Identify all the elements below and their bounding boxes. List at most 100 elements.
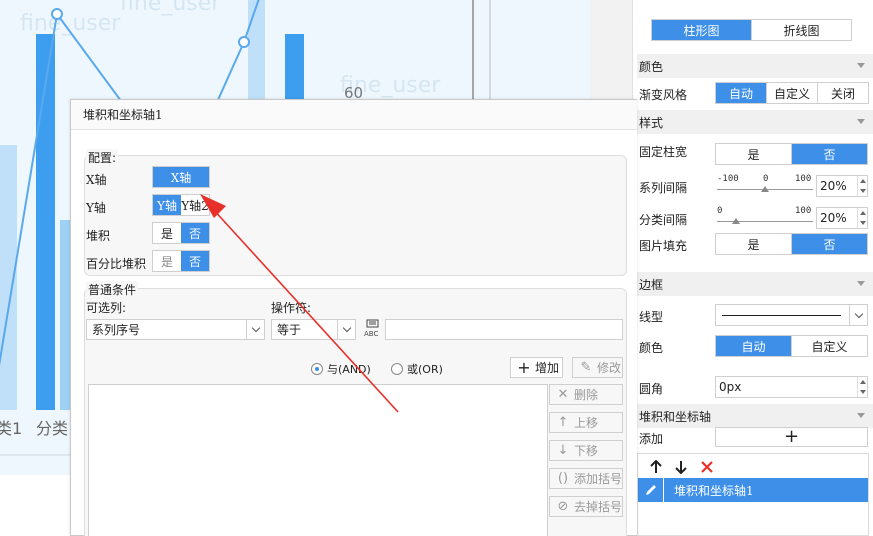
category-gap-slider[interactable]: 0 100 [717, 206, 813, 230]
formula-abc-icon[interactable]: ABC [362, 319, 382, 339]
fixed-width-label: 固定柱宽 [639, 145, 688, 159]
collapse-caret-icon[interactable] [857, 119, 865, 124]
section-color[interactable]: 颜色 [637, 54, 873, 78]
stack-no-option[interactable]: 否 [181, 223, 209, 243]
chart-bar [36, 34, 55, 410]
slider-min-label: 0 [717, 206, 723, 216]
modify-condition-button[interactable]: ✎ 修改 [572, 357, 623, 378]
arrow-down-icon: ↓ [557, 443, 569, 458]
arrow-up-icon: ↑ [557, 415, 569, 430]
stack-axis-dialog: 堆积和坐标轴1 配置: X轴 X轴 Y轴 Y轴 Y轴2 堆积 是 否 百分比堆积… [70, 99, 637, 536]
series-gap-input[interactable]: 20% [816, 175, 868, 197]
remove-bracket-label: 去掉括号 [574, 500, 623, 514]
slider-thumb[interactable] [732, 218, 741, 224]
delete-x-icon[interactable] [700, 460, 714, 474]
plus-icon: + [783, 426, 800, 447]
edit-icon: ✎ [580, 360, 592, 375]
move-up-button[interactable]: ↑ 上移 [549, 412, 623, 433]
percent-stack-no-option[interactable]: 否 [181, 251, 209, 271]
stack-yes-option[interactable]: 是 [153, 223, 181, 243]
y-axis2-option[interactable]: Y轴2 [181, 195, 209, 215]
corner-radius-label: 圆角 [639, 382, 664, 396]
condition-value-input[interactable] [385, 319, 623, 340]
section-border[interactable]: 边框 [637, 272, 873, 296]
y-axis-label: Y轴 [86, 201, 106, 215]
collapse-caret-icon[interactable] [857, 63, 865, 68]
section-title: 堆积和坐标轴 [639, 409, 712, 424]
corner-radius-value: 0px [719, 380, 742, 394]
delete-condition-button[interactable]: ✕ 删除 [549, 384, 623, 405]
tab-line-chart[interactable]: 折线图 [751, 20, 851, 40]
section-stack-axis[interactable]: 堆积和坐标轴 [637, 404, 873, 428]
radio-dot-icon[interactable] [391, 363, 403, 375]
radio-dot-icon[interactable] [311, 363, 323, 375]
delete-icon: ✕ [557, 387, 569, 402]
gradient-auto-option[interactable]: 自动 [716, 83, 766, 103]
border-color-auto-option[interactable]: 自动 [716, 336, 791, 356]
dialog-title-bar[interactable]: 堆积和坐标轴1 [71, 100, 637, 130]
gradient-custom-option[interactable]: 自定义 [766, 83, 817, 103]
x-axis-switch: X轴 [152, 166, 210, 188]
percent-stack-label: 百分比堆积 [86, 257, 147, 271]
image-fill-label: 图片填充 [639, 239, 688, 253]
collapse-caret-icon[interactable] [857, 281, 865, 286]
line-type-label: 线型 [639, 310, 664, 324]
percent-stack-switch: 是 否 [152, 250, 210, 272]
add-label: 添加 [639, 432, 664, 446]
y-axis-option[interactable]: Y轴 [153, 195, 181, 215]
move-down-label: 下移 [574, 444, 599, 458]
spinner-arrows-icon[interactable] [857, 377, 867, 397]
arrow-up-icon[interactable] [649, 460, 663, 474]
percent-stack-yes-option[interactable]: 是 [153, 251, 181, 271]
dropdown-chevron-icon[interactable] [849, 305, 867, 325]
move-down-button[interactable]: ↓ 下移 [549, 440, 623, 461]
edit-pencil-icon[interactable] [638, 478, 664, 502]
border-color-switch: 自动 自定义 [715, 335, 868, 357]
slider-thumb[interactable] [761, 186, 769, 192]
line-type-select[interactable] [715, 304, 868, 326]
category-gap-input[interactable]: 20% [816, 207, 868, 229]
dropdown-chevron-icon[interactable] [337, 320, 355, 339]
fixed-width-no-option[interactable]: 否 [791, 144, 867, 164]
conditions-legend: 普通条件 [86, 281, 139, 298]
gradient-off-option[interactable]: 关闭 [817, 83, 868, 103]
list-item-label: 堆积和坐标轴1 [674, 483, 754, 498]
corner-radius-input[interactable]: 0px [715, 376, 868, 398]
remove-bracket-button[interactable]: ⊘ 去掉括号 [549, 496, 623, 517]
logic-or-label: 或(OR) [407, 363, 443, 376]
image-fill-no-option[interactable]: 否 [791, 234, 867, 254]
series-gap-label: 系列间隔 [639, 181, 688, 195]
collapse-caret-icon[interactable] [857, 413, 865, 418]
column-select[interactable]: 系列序号 [86, 319, 265, 340]
stack-switch: 是 否 [152, 222, 210, 244]
remove-bracket-icon: ⊘ [557, 499, 569, 514]
border-color-custom-option[interactable]: 自定义 [791, 336, 867, 356]
series-gap-slider[interactable]: -100 0 100 [717, 174, 813, 198]
bracket-icon: () [557, 471, 569, 486]
add-condition-button[interactable]: + 增加 [510, 357, 563, 378]
dropdown-chevron-icon[interactable] [246, 320, 264, 339]
delete-condition-label: 删除 [574, 388, 599, 402]
section-style[interactable]: 样式 [637, 110, 873, 134]
add-condition-label: 增加 [535, 361, 560, 375]
add-stack-button[interactable]: + [715, 427, 868, 447]
condition-list-area[interactable] [88, 384, 548, 536]
list-item[interactable]: 堆积和坐标轴1 [638, 478, 868, 502]
add-bracket-button[interactable]: () 添加括号 [549, 468, 623, 489]
logic-and-label: 与(AND) [327, 363, 371, 376]
operator-select[interactable]: 等于 [271, 319, 356, 340]
logic-and-radio[interactable]: 与(AND) [311, 361, 371, 377]
fixed-width-yes-option[interactable]: 是 [716, 144, 791, 164]
logic-or-radio[interactable]: 或(OR) [391, 361, 443, 377]
spinner-arrows-icon[interactable] [857, 176, 867, 196]
chart-type-tabs: 柱形图 折线图 [651, 19, 852, 41]
spinner-arrows-icon[interactable] [857, 208, 867, 228]
category-label: 分类 [36, 419, 68, 438]
tab-bar-chart[interactable]: 柱形图 [652, 20, 751, 40]
image-fill-yes-option[interactable]: 是 [716, 234, 791, 254]
config-legend: 配置: [86, 149, 119, 166]
property-panel: 柱形图 折线图 颜色 渐变风格 自动 自定义 关闭 样式 固定柱宽 是 否 系列… [632, 0, 873, 536]
image-fill-switch: 是 否 [715, 233, 868, 255]
arrow-down-icon[interactable] [674, 460, 688, 474]
x-axis-option[interactable]: X轴 [153, 167, 209, 187]
